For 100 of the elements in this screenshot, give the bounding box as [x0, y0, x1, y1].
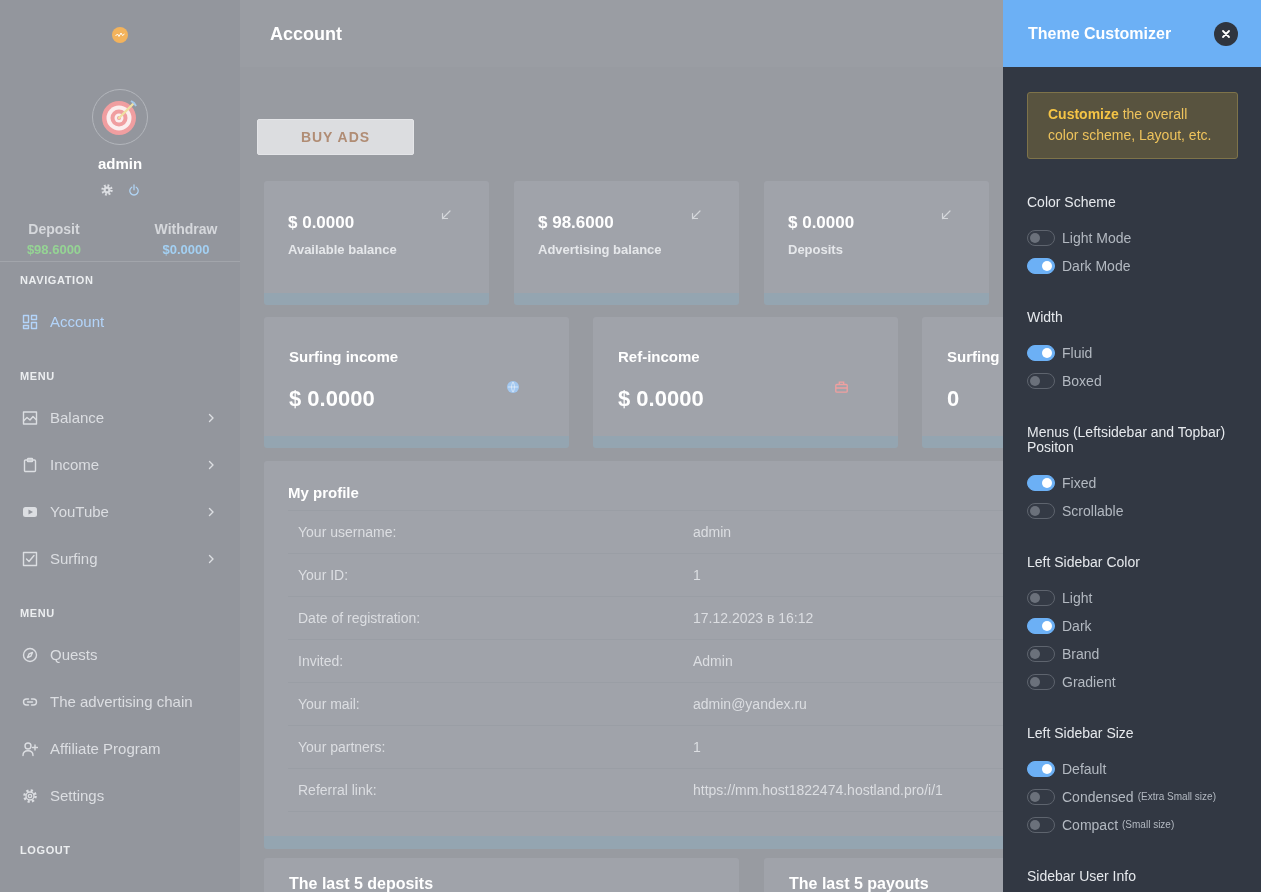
option-label: Fluid	[1062, 345, 1093, 361]
field-label: Your mail:	[298, 695, 360, 713]
user-plus-icon	[22, 740, 38, 757]
toggle-switch[interactable]	[1027, 475, 1055, 491]
section-title: LOGOUT	[20, 843, 71, 857]
toggle-switch[interactable]	[1027, 345, 1055, 361]
option-note: (Small size)	[1122, 819, 1175, 831]
toggle-switch[interactable]	[1027, 590, 1055, 606]
stat-value: $ 0.0000	[788, 213, 855, 233]
section-title: NAVIGATION	[20, 273, 94, 287]
toggle-switch[interactable]	[1027, 761, 1055, 777]
option-label: Gradient	[1062, 674, 1116, 690]
power-icon[interactable]	[127, 184, 140, 196]
option-note: (Extra Small size)	[1137, 791, 1216, 803]
settings-icon[interactable]	[100, 184, 113, 196]
field-value: Admin	[693, 652, 733, 670]
section-heading: Left Sidebar Color	[1027, 555, 1140, 570]
field-label: Referral link:	[298, 781, 377, 799]
field-label: Your ID:	[298, 566, 349, 584]
field-label: Date of registration:	[298, 609, 421, 627]
option-label: Condensed	[1062, 789, 1134, 805]
nav-link[interactable]: The advertising chain	[0, 678, 240, 725]
field-value: 17.12.2023 в 16:12	[693, 609, 814, 627]
field-value: admin@yandex.ru	[693, 695, 807, 713]
section-heading: Color Scheme	[1027, 195, 1116, 210]
balance-label: Withdraw	[154, 220, 218, 238]
close-icon	[1221, 28, 1231, 39]
section-title: MENU	[20, 606, 55, 620]
logo-icon[interactable]	[112, 27, 128, 43]
notice-box: Customize the overall color scheme, Layout, etc.	[1027, 92, 1238, 159]
dashboard-icon	[22, 313, 38, 330]
stat-label: Advertising balance	[538, 242, 662, 258]
user-name: admin	[97, 155, 143, 173]
option-label: Default	[1062, 761, 1107, 777]
field-value: 1	[693, 738, 701, 756]
income-title: Surfing	[947, 348, 1000, 366]
income-title: Surfing income	[289, 348, 399, 366]
toggle-switch[interactable]	[1027, 789, 1055, 805]
nav-link[interactable]: YouTube	[0, 488, 240, 535]
option-label: Brand	[1062, 646, 1100, 662]
close-button[interactable]	[1214, 21, 1238, 46]
stat-value: $ 98.6000	[538, 213, 614, 233]
compass-icon	[22, 646, 38, 663]
field-value: admin	[693, 523, 732, 541]
income-title: Ref-income	[618, 348, 700, 366]
card-title: The last 5 payouts	[789, 875, 929, 892]
toggle-switch[interactable]	[1027, 646, 1055, 662]
toggle-switch[interactable]	[1027, 618, 1055, 634]
income-value: $ 0.0000	[289, 386, 375, 412]
stat-value: $ 0.0000	[288, 213, 355, 233]
field-value: 1	[693, 566, 701, 584]
target-icon	[100, 97, 140, 137]
field-label: Invited:	[298, 652, 344, 670]
card-title: My profile	[288, 483, 359, 503]
income-value: 0	[947, 386, 960, 412]
option-label: Light	[1062, 590, 1093, 606]
arrow-icon	[441, 210, 451, 220]
toggle-switch[interactable]	[1027, 258, 1055, 274]
settings-icon	[22, 787, 38, 804]
nav-link[interactable]: Income	[0, 441, 240, 488]
option-label: Boxed	[1062, 373, 1102, 389]
page-title: Account	[270, 22, 342, 45]
arrow-icon	[691, 210, 701, 220]
nav-link[interactable]: Quests	[0, 631, 240, 678]
nav-link[interactable]: Settings	[0, 772, 240, 819]
field-value: https://mm.host1822474.hostland.pro/i/1	[693, 781, 943, 799]
nav-link[interactable]: Surfing	[0, 535, 240, 582]
option-label: Fixed	[1062, 475, 1097, 491]
toggle-switch[interactable]	[1027, 817, 1055, 833]
toggle-switch[interactable]	[1027, 373, 1055, 389]
section-heading: Sidebar User Info	[1027, 869, 1136, 884]
picture-icon	[22, 409, 38, 426]
card-title: The last 5 deposits	[289, 875, 434, 892]
balance-value: $98.6000	[26, 242, 82, 258]
option-label: Dark Mode	[1062, 258, 1131, 274]
option-label: Dark	[1062, 618, 1092, 634]
buy-ads-button[interactable]: BUY ADS	[257, 119, 414, 155]
nav-link[interactable]: Affiliate Program	[0, 725, 240, 772]
nav-link[interactable]: Account	[0, 298, 240, 345]
option-label: Scrollable	[1062, 503, 1124, 519]
toggle-switch[interactable]	[1027, 503, 1055, 519]
section-title: MENU	[20, 369, 55, 383]
section-heading: Left Sidebar Size	[1027, 726, 1134, 741]
stat-label: Deposits	[788, 242, 843, 258]
balance-value: $0.0000	[162, 242, 210, 258]
panel-title: Theme Customizer	[1028, 23, 1172, 44]
stat-label: Available balance	[288, 242, 397, 258]
section-heading: Width	[1027, 310, 1063, 325]
balance-label: Deposit	[28, 220, 80, 238]
clipboard-icon	[22, 456, 38, 473]
toggle-switch[interactable]	[1027, 230, 1055, 246]
income-value: $ 0.0000	[618, 386, 704, 412]
section-heading: Menus (Leftsidebar and Topbar) Positon	[1027, 425, 1227, 455]
checkbox-icon	[22, 550, 38, 567]
option-label: Compact	[1062, 817, 1119, 833]
arrow-icon	[941, 210, 951, 220]
option-label: Light Mode	[1062, 230, 1132, 246]
toggle-switch[interactable]	[1027, 674, 1055, 690]
field-label: Your partners:	[298, 738, 386, 756]
nav-link[interactable]: Balance	[0, 394, 240, 441]
